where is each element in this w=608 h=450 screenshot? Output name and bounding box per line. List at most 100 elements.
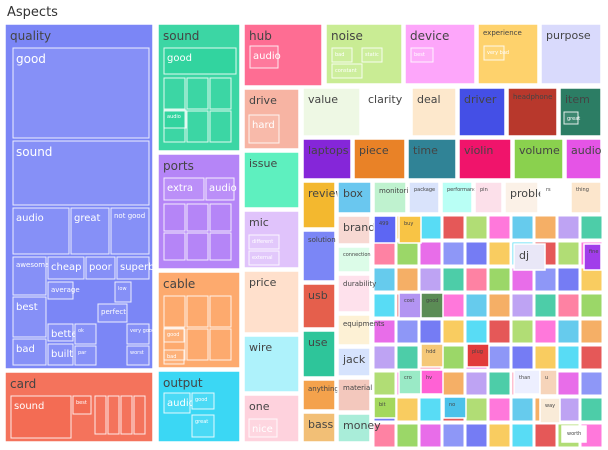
tile-label: hv: [426, 375, 432, 381]
tile-anything[interactable]: anything: [302, 379, 339, 411]
minor-aspect-tile: [396, 241, 419, 266]
tile-way[interactable]: way: [539, 397, 561, 424]
tile-than[interactable]: than: [513, 369, 541, 395]
tile-cable[interactable]: cable good bad: [157, 271, 241, 369]
tile-label: buy: [404, 221, 413, 227]
tile-fine[interactable]: fine: [583, 243, 602, 271]
tile-time[interactable]: time: [407, 138, 457, 180]
tile-label: sound: [163, 29, 199, 43]
tile-one[interactable]: one nice: [243, 394, 300, 443]
tile-drive[interactable]: drive hard: [243, 88, 300, 150]
tile-no[interactable]: no: [443, 396, 467, 419]
tile-driver[interactable]: driver: [458, 87, 506, 137]
tile-rect[interactable]: [539, 369, 558, 396]
tile-sound[interactable]: sound good audio: [157, 23, 241, 152]
tile-ports[interactable]: ports extra audio: [157, 153, 241, 270]
tile-usb[interactable]: usb: [302, 283, 336, 329]
tile-durability[interactable]: durability: [337, 274, 376, 313]
tile-wire[interactable]: wire: [243, 335, 300, 393]
tile-solution[interactable]: solution: [302, 230, 336, 282]
tile-deal[interactable]: deal: [411, 87, 457, 137]
tile-performance[interactable]: performance: [441, 181, 479, 214]
tile-hub[interactable]: hub audio: [243, 23, 323, 87]
tile-experience[interactable]: experience very bad: [477, 23, 539, 85]
tile-label: equipments: [343, 320, 385, 328]
minor-aspect-tile: [442, 319, 465, 344]
tile-label: mic: [249, 216, 269, 229]
minor-aspect-tile: [465, 241, 488, 266]
tile-pin[interactable]: pin: [474, 181, 503, 214]
tile-price[interactable]: price: [243, 270, 300, 334]
sub-tile-rect[interactable]: [114, 281, 132, 303]
sub-tile-label: constant: [335, 68, 357, 74]
tile-rect[interactable]: [420, 343, 444, 368]
tile-box[interactable]: box: [337, 181, 372, 214]
tile-piece[interactable]: piece: [353, 138, 406, 180]
tile-headphone[interactable]: headphone: [507, 87, 558, 137]
tile-label: performance: [447, 187, 479, 193]
minor-aspect-tile: [534, 345, 557, 370]
minor-aspect-tile: [419, 215, 442, 240]
tile-label: box: [343, 187, 363, 200]
minor-aspect-tile: [488, 319, 511, 344]
tile-item[interactable]: item great: [559, 87, 602, 137]
tile-good[interactable]: good: [420, 292, 444, 319]
tile-purpose[interactable]: purpose: [540, 23, 602, 85]
tile-499[interactable]: 499: [373, 215, 397, 244]
tile-rect[interactable]: [539, 397, 561, 424]
minor-aspect-tile: [488, 293, 511, 318]
tile-rs[interactable]: rs: [540, 181, 569, 214]
tile-dj[interactable]: dj: [513, 243, 546, 271]
tile-hdd[interactable]: hdd: [420, 343, 444, 368]
sub-tile-rect[interactable]: [126, 323, 150, 345]
tile-value[interactable]: value: [302, 87, 361, 137]
tile-laptops[interactable]: laptops: [302, 138, 352, 180]
tile-rect[interactable]: [398, 292, 422, 319]
tile-cro[interactable]: cro: [398, 369, 422, 395]
tile-label: driver: [464, 93, 497, 106]
tile-brand[interactable]: brand: [337, 215, 375, 245]
tile-quality[interactable]: quality good sound audio great not good awesom…: [4, 23, 155, 370]
tile-package[interactable]: package: [408, 181, 440, 214]
tile-buy[interactable]: buy: [398, 215, 422, 244]
tile-bit[interactable]: bit: [373, 396, 397, 419]
tile-clarity[interactable]: clarity good: [362, 87, 410, 137]
tile-rect[interactable]: [337, 246, 371, 273]
tile-mic[interactable]: mic different external: [243, 210, 300, 269]
tile-plug[interactable]: plug: [466, 343, 490, 368]
tile-output[interactable]: output audio good great: [157, 370, 241, 443]
tile-rect[interactable]: [583, 243, 602, 271]
sub-tile-label: par: [78, 350, 87, 356]
tile-label: purpose: [546, 29, 591, 42]
tile-thing[interactable]: thing: [570, 181, 602, 214]
tile-rect[interactable]: [466, 343, 490, 368]
sub-tile-label: ok: [78, 328, 84, 334]
tile-worth[interactable]: worth: [561, 425, 587, 443]
tile-hv[interactable]: hv: [420, 369, 444, 395]
tile-label: package: [414, 187, 435, 193]
tile-violin[interactable]: violin: [458, 138, 512, 180]
tile-u[interactable]: u: [539, 369, 558, 396]
tile-card[interactable]: card sound best: [4, 371, 154, 443]
tile-bass[interactable]: bass: [302, 412, 336, 443]
tile-noise[interactable]: noise bad static constant: [325, 23, 403, 85]
minor-aspect-tile: [557, 215, 580, 240]
tile-device[interactable]: device best: [404, 23, 476, 85]
tile-issue[interactable]: issue: [243, 151, 300, 209]
minor-aspect-tile: [373, 241, 396, 266]
tile-rect[interactable]: [398, 369, 422, 395]
sub-tile-rect[interactable]: [74, 323, 97, 345]
tile-volume[interactable]: volume: [513, 138, 564, 180]
minor-aspect-tile: [465, 293, 488, 318]
minor-aspect-tile: [557, 267, 580, 292]
tile-audio[interactable]: audio: [565, 138, 602, 180]
tile-jack[interactable]: jack: [337, 347, 371, 377]
tile-rect[interactable]: [157, 23, 241, 152]
tile-material[interactable]: material: [337, 378, 372, 412]
tile-rect[interactable]: [420, 292, 444, 319]
tile-rect[interactable]: [513, 369, 541, 395]
tile-cost[interactable]: cost: [398, 292, 422, 319]
tile-rect[interactable]: [420, 369, 444, 395]
tile-use[interactable]: use: [302, 330, 336, 378]
tile-connection[interactable]: connection: [337, 246, 371, 273]
